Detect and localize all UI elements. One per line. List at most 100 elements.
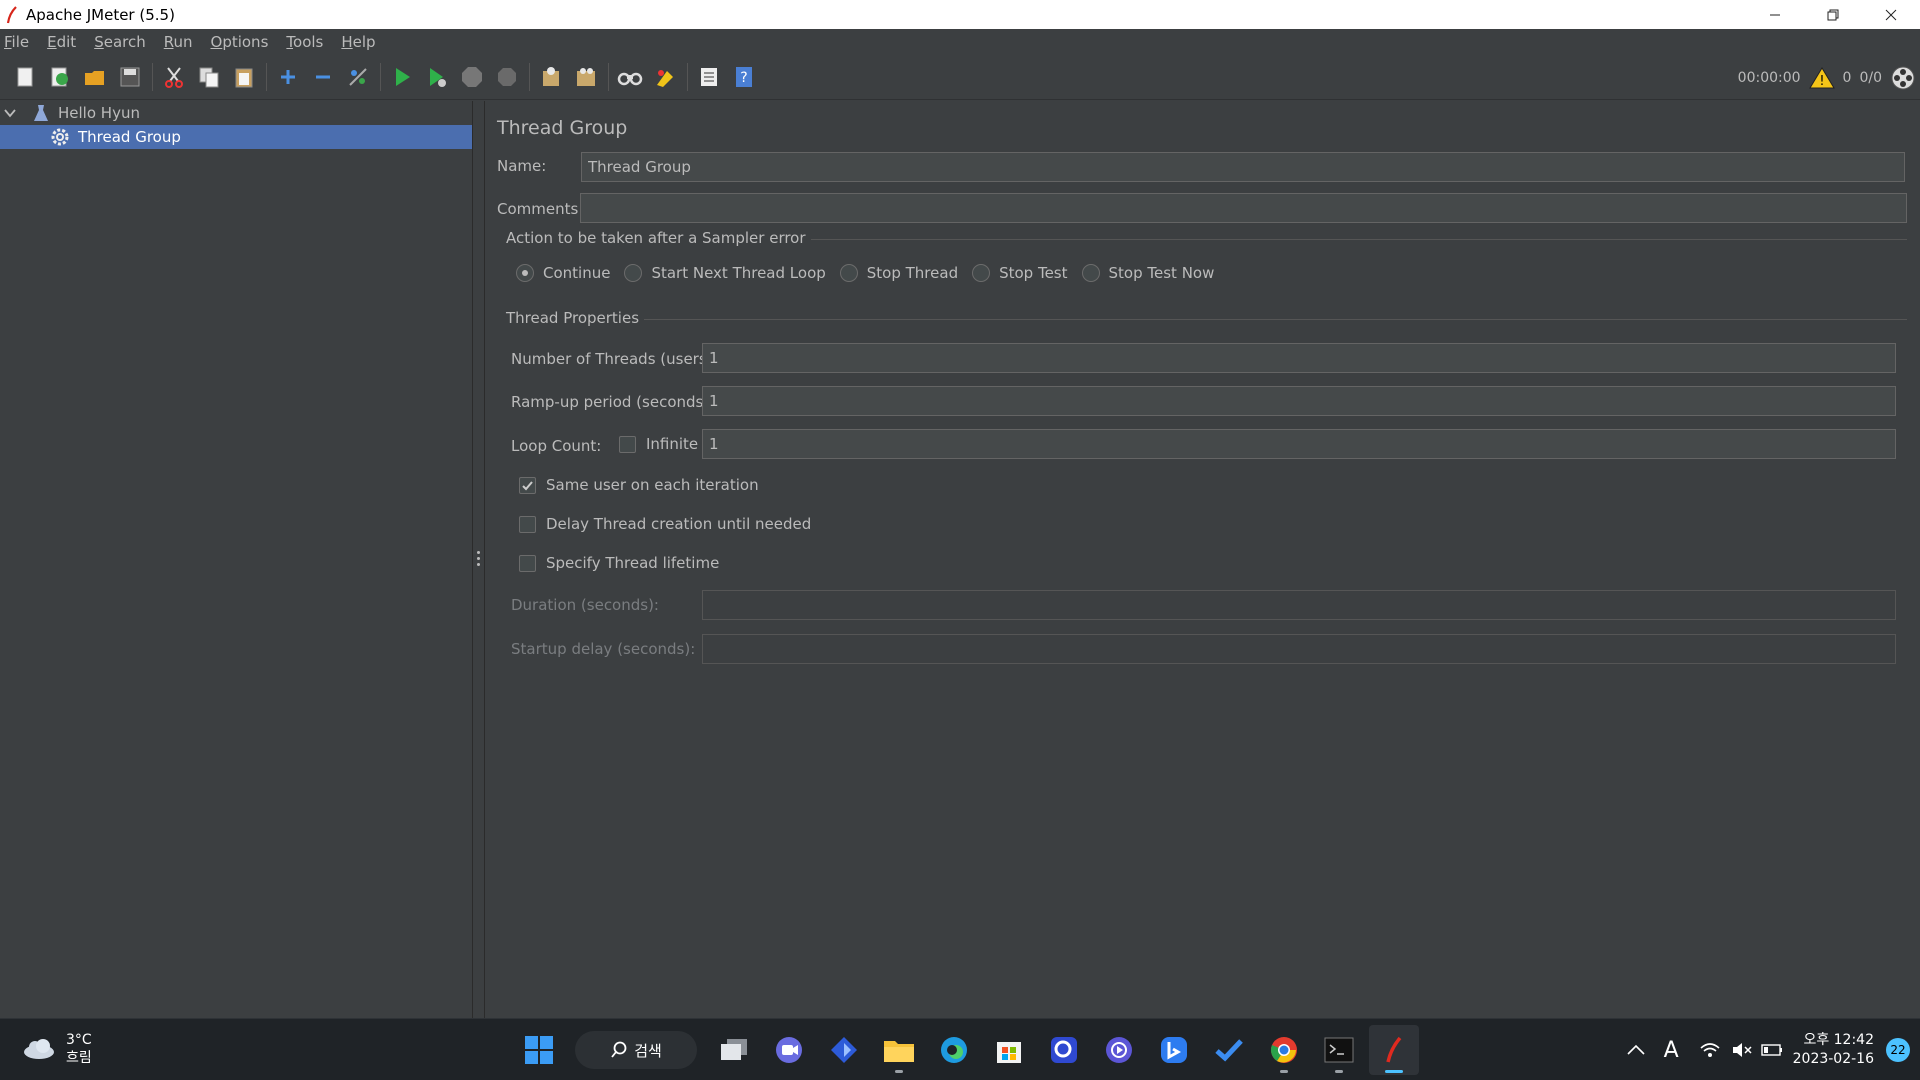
menu-label: ile: [11, 33, 30, 51]
tree-item-thread-group[interactable]: Thread Group: [0, 125, 472, 149]
volume-mute-icon[interactable]: [1731, 1041, 1753, 1059]
file-explorer-app[interactable]: [874, 1025, 924, 1075]
name-field[interactable]: [581, 152, 1905, 182]
same-user-row[interactable]: Same user on each iteration: [519, 476, 759, 494]
menu-help[interactable]: Help: [341, 33, 375, 51]
taskbar-search[interactable]: 검색: [575, 1031, 697, 1069]
radio-button[interactable]: [1081, 264, 1100, 282]
menu-file[interactable]: File: [4, 33, 29, 51]
toolbar-separator: [687, 63, 688, 91]
running-indicator: [1280, 1070, 1288, 1073]
terminal-app[interactable]: [1314, 1025, 1364, 1075]
clear-icon[interactable]: [534, 60, 568, 94]
comments-field[interactable]: [580, 193, 1907, 223]
toolbar-separator: [266, 63, 267, 91]
title-bar: Apache JMeter (5.5): [0, 0, 1920, 29]
chevron-down-icon[interactable]: [4, 108, 16, 118]
bing-app[interactable]: [1149, 1025, 1199, 1075]
radio-stop-thread[interactable]: Stop Thread: [839, 264, 958, 282]
system-tray: A 오후 12:42 2023-02-16 22: [1626, 1019, 1920, 1080]
power-automate-app[interactable]: [819, 1025, 869, 1075]
shutdown-icon[interactable]: [490, 60, 524, 94]
weather-widget[interactable]: 3°C 흐림: [22, 1031, 92, 1067]
tree-item-label: Hello Hyun: [58, 104, 140, 122]
function-helper-icon[interactable]: [692, 60, 726, 94]
menu-label: dit: [56, 33, 77, 51]
teams-chat-app[interactable]: [764, 1025, 814, 1075]
same-user-checkbox[interactable]: [519, 476, 536, 494]
folder-icon: [884, 1041, 914, 1062]
loop-count-field[interactable]: [702, 429, 1896, 459]
chat-icon: [776, 1037, 802, 1063]
cut-icon[interactable]: [157, 60, 191, 94]
ramp-up-field[interactable]: [702, 386, 1896, 416]
radio-button[interactable]: [839, 264, 858, 282]
warning-icon[interactable]: !: [1808, 66, 1835, 90]
radio-stop-test[interactable]: Stop Test: [972, 264, 1068, 282]
menu-edit[interactable]: Edit: [47, 33, 76, 51]
svg-text:?: ?: [740, 70, 747, 86]
quick-assist-app[interactable]: [1039, 1025, 1089, 1075]
collapse-icon[interactable]: [306, 60, 340, 94]
start-no-pauses-icon[interactable]: [420, 60, 454, 94]
delay-thread-checkbox[interactable]: [519, 515, 536, 533]
restore-icon[interactable]: [1804, 0, 1862, 29]
menu-label: un: [173, 33, 193, 51]
number-of-threads-field[interactable]: [702, 343, 1896, 373]
new-icon[interactable]: [8, 60, 42, 94]
toggle-icon[interactable]: [341, 60, 375, 94]
edge-app[interactable]: [929, 1025, 979, 1075]
radio-start-next-thread-loop[interactable]: Start Next Thread Loop: [624, 264, 826, 282]
menu-run[interactable]: Run: [164, 33, 193, 51]
close-icon[interactable]: [1862, 0, 1920, 29]
menu-options[interactable]: Options: [211, 33, 269, 51]
store-app[interactable]: [984, 1025, 1034, 1075]
templates-icon[interactable]: [43, 60, 77, 94]
reset-search-icon[interactable]: [648, 60, 682, 94]
notification-badge[interactable]: 22: [1886, 1038, 1910, 1062]
loop-count-label: Loop Count:: [511, 437, 602, 455]
open-icon[interactable]: [78, 60, 112, 94]
radio-continue[interactable]: Continue: [516, 264, 610, 282]
stop-icon[interactable]: [455, 60, 489, 94]
menu-tools[interactable]: Tools: [286, 33, 323, 51]
save-icon[interactable]: [113, 60, 147, 94]
taskbar-apps: 검색: [514, 1025, 1424, 1075]
clock[interactable]: 오후 12:42 2023-02-16: [1793, 1031, 1874, 1069]
menu-search[interactable]: Search: [94, 33, 146, 51]
radio-stop-test-now[interactable]: Stop Test Now: [1081, 264, 1214, 282]
infinite-checkbox-row[interactable]: Infinite: [619, 435, 698, 453]
search-icon[interactable]: [613, 60, 647, 94]
paste-icon[interactable]: [227, 60, 261, 94]
expand-icon[interactable]: [271, 60, 305, 94]
clear-all-icon[interactable]: [569, 60, 603, 94]
infinite-checkbox[interactable]: [619, 435, 636, 453]
menu-mnemonic: F: [4, 33, 12, 51]
start-button[interactable]: [514, 1025, 564, 1075]
remote-app[interactable]: [1094, 1025, 1144, 1075]
battery-icon[interactable]: [1760, 1043, 1783, 1057]
minimize-icon[interactable]: [1746, 0, 1804, 29]
thread-lifetime-row[interactable]: Specify Thread lifetime: [519, 554, 719, 572]
task-view-app[interactable]: [709, 1025, 759, 1075]
tree-item-test-plan[interactable]: Hello Hyun: [0, 101, 472, 125]
chrome-icon: [1270, 1037, 1297, 1063]
radio-button[interactable]: [624, 264, 643, 282]
help-icon[interactable]: ?: [727, 60, 761, 94]
todo-app[interactable]: [1204, 1025, 1254, 1075]
jmeter-app[interactable]: [1369, 1025, 1419, 1075]
active-threads: 0/0: [1859, 69, 1882, 86]
copy-icon[interactable]: [192, 60, 226, 94]
chevron-up-icon[interactable]: [1626, 1043, 1646, 1057]
radio-button[interactable]: [972, 264, 991, 282]
menu-mnemonic: E: [47, 33, 57, 51]
radio-button[interactable]: [516, 264, 534, 282]
chrome-app[interactable]: [1259, 1025, 1309, 1075]
quick-assist-icon: [1051, 1037, 1077, 1063]
ime-indicator[interactable]: A: [1664, 1038, 1679, 1063]
wifi-icon[interactable]: [1699, 1041, 1721, 1059]
start-icon[interactable]: [385, 60, 419, 94]
delay-thread-row[interactable]: Delay Thread creation until needed: [519, 515, 811, 533]
panel-splitter[interactable]: [473, 101, 485, 1018]
thread-lifetime-checkbox[interactable]: [519, 554, 536, 572]
